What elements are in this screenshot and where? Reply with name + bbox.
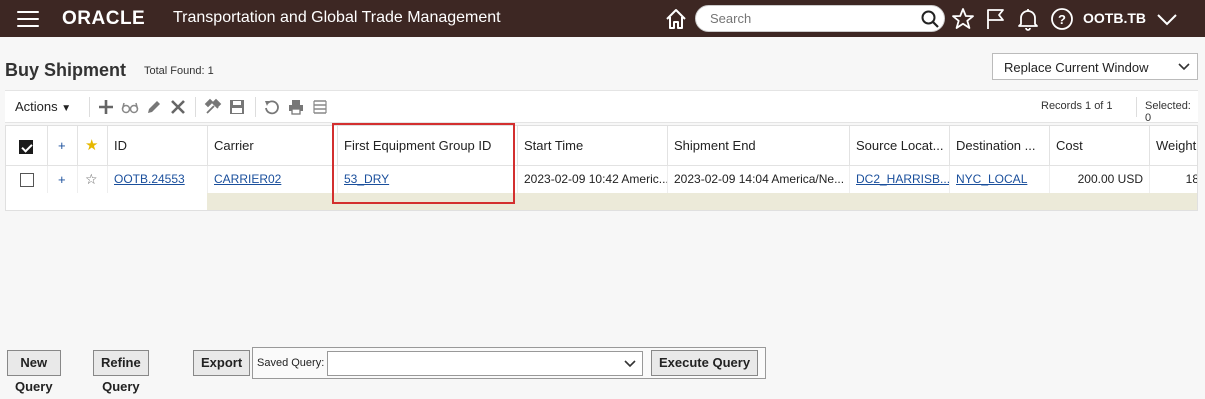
cell-carrier: CARRIER02 [208, 166, 338, 193]
toolbar-divider [1136, 97, 1137, 117]
expand-all-cell: + [48, 126, 78, 166]
search-input[interactable] [710, 11, 910, 26]
actions-label: Actions [15, 99, 58, 114]
select-all-checkbox[interactable] [19, 139, 33, 154]
flag-icon[interactable] [983, 6, 1009, 32]
home-icon[interactable] [663, 6, 689, 32]
window-mode-value: Replace Current Window [1004, 60, 1149, 75]
favorite-header-cell: ★ [78, 126, 108, 166]
results-grid: + ★ ID Carrier First Equipment Group ID … [5, 125, 1198, 211]
expand-row-icon[interactable]: + [58, 172, 66, 187]
column-header-destination[interactable]: Destination ... [950, 126, 1050, 166]
cell-source-location: DC2_HARRISB... [850, 166, 950, 193]
caret-down-icon: ▼ [61, 103, 72, 114]
svg-text:?: ? [1058, 12, 1066, 27]
new-query-button[interactable]: New Query [7, 350, 61, 394]
oracle-logo: ORACLE [62, 8, 146, 29]
column-header-weight[interactable]: Weight [1150, 126, 1197, 166]
refine-query-button[interactable]: Refine Query [93, 350, 149, 394]
execute-query-button[interactable]: Execute Query [651, 350, 759, 376]
column-header-carrier[interactable]: Carrier [208, 126, 338, 166]
app-title: Transportation and Global Trade Manageme… [173, 9, 501, 26]
results-toolbar: Actions ▼ Records 1 of 1 Selected: 0 [5, 90, 1198, 124]
chevron-down-icon [624, 360, 636, 368]
view-icon[interactable] [121, 98, 139, 116]
toolbar-divider [195, 97, 196, 117]
column-header-start-time[interactable]: Start Time [518, 126, 668, 166]
chevron-down-icon[interactable] [1154, 6, 1180, 32]
column-header-source-location[interactable]: Source Locat... [850, 126, 950, 166]
column-header-cost[interactable]: Cost [1050, 126, 1150, 166]
search-icon[interactable] [920, 9, 940, 29]
delete-icon[interactable] [169, 98, 187, 116]
refresh-icon[interactable] [263, 98, 281, 116]
column-header-shipment-end[interactable]: Shipment End [668, 126, 850, 166]
star-icon[interactable] [950, 6, 976, 32]
cell-destination: NYC_LOCAL [950, 166, 1050, 193]
cell-cost: 200.00 USD [1050, 166, 1150, 193]
shipment-id-link[interactable]: OOTB.24553 [114, 172, 185, 186]
column-header-id[interactable]: ID [108, 126, 208, 166]
carrier-link[interactable]: CARRIER02 [214, 172, 281, 186]
chevron-down-icon [1178, 63, 1190, 71]
column-highlight [332, 123, 515, 204]
search-box[interactable] [695, 5, 945, 32]
total-found: Total Found: 1 [144, 65, 214, 77]
toolbar-divider [255, 97, 256, 117]
select-all-cell [6, 126, 48, 166]
page-title: Buy Shipment [5, 60, 127, 80]
cell-shipment-end: 2023-02-09 14:04 America/Ne... [668, 166, 850, 193]
export-button[interactable]: Export [193, 350, 251, 376]
row-favorite-cell: ☆ [78, 166, 108, 193]
actions-menu[interactable]: Actions ▼ [15, 99, 71, 114]
help-icon[interactable]: ? [1049, 6, 1075, 32]
saved-query-group: Saved Query: Execute Query [252, 347, 766, 379]
top-bar: ORACLE Transportation and Global Trade M… [0, 0, 1205, 37]
row-expand-cell: + [48, 166, 78, 193]
cell-weight: 18,0 [1150, 166, 1197, 193]
save-icon[interactable] [228, 98, 246, 116]
print-icon[interactable] [287, 98, 305, 116]
expand-all-icon[interactable]: + [58, 138, 66, 153]
selected-count: Selected: 0 [1145, 100, 1191, 124]
star-outline-icon[interactable]: ☆ [85, 171, 98, 187]
tools-icon[interactable] [204, 98, 222, 116]
cell-start-time: 2023-02-09 10:42 Americ... [518, 166, 668, 193]
bell-icon[interactable] [1015, 6, 1041, 32]
cell-id: OOTB.24553 [108, 166, 208, 193]
menu-icon[interactable] [17, 11, 39, 27]
toolbar-divider [89, 97, 90, 117]
records-count: Records 1 of 1 [1041, 100, 1113, 112]
saved-query-label: Saved Query: [257, 357, 325, 369]
edit-icon[interactable] [145, 98, 163, 116]
row-checkbox[interactable] [20, 172, 34, 187]
row-select-cell [6, 166, 48, 193]
window-mode-select[interactable]: Replace Current Window [992, 53, 1198, 80]
source-location-link[interactable]: DC2_HARRISB... [856, 172, 949, 186]
add-icon[interactable] [97, 98, 115, 116]
saved-query-select[interactable] [327, 351, 643, 376]
user-name[interactable]: OOTB.TB [1083, 10, 1146, 26]
star-icon[interactable]: ★ [85, 137, 98, 154]
columns-icon[interactable] [311, 98, 329, 116]
destination-link[interactable]: NYC_LOCAL [956, 172, 1027, 186]
